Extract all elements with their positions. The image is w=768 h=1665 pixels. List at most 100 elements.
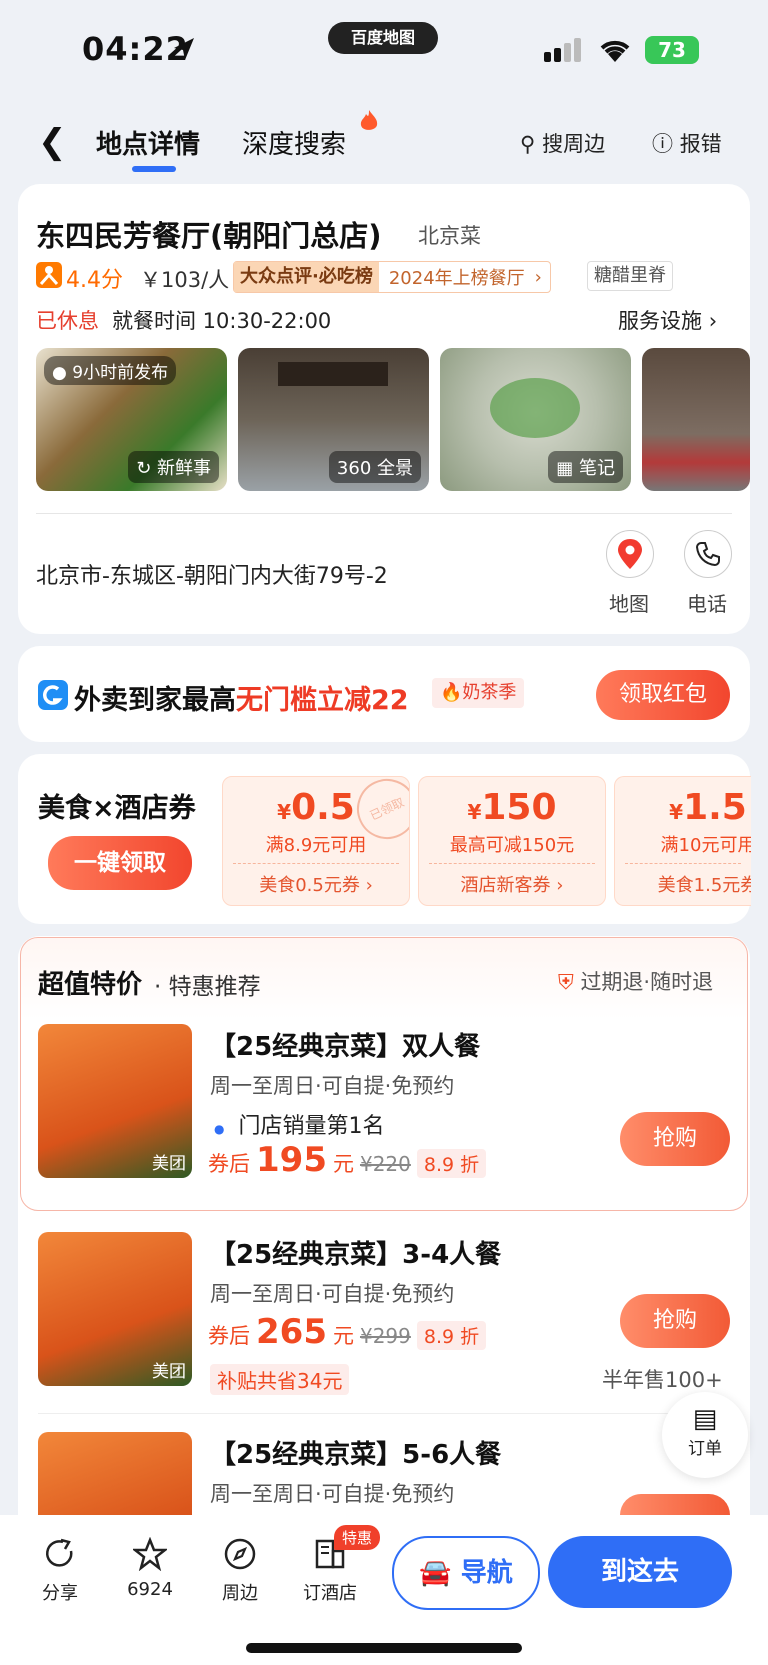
coupon-separator — [625, 863, 741, 864]
navigate-button[interactable]: 🚘 导航 — [392, 1536, 540, 1610]
report-button[interactable]: ⓘ 报错 — [652, 128, 722, 158]
star-icon — [131, 1536, 169, 1572]
report-label: 报错 — [679, 132, 722, 156]
back-chevron-icon[interactable]: ❮ — [38, 122, 67, 162]
meituan-source: 美团 — [152, 1362, 186, 1382]
coupon-food-0-5[interactable]: ¥0.5 满8.9元可用 美食0.5元券 › 已领取 — [222, 776, 410, 906]
phone-icon — [695, 542, 720, 567]
hotel-special-badge: 特惠 — [334, 1525, 381, 1550]
deal-image[interactable] — [38, 1432, 192, 1515]
notes-badge-label: 笔记 — [579, 458, 615, 479]
search-icon: ⚲ — [520, 132, 536, 156]
search-nearby-button[interactable]: ⚲ 搜周边 — [520, 128, 605, 158]
signal-icon — [544, 38, 581, 62]
deal-desc: 周一至周日·可自提·免预约 — [210, 1074, 455, 1098]
after-coupon-label: 券后 — [208, 1152, 250, 1176]
coupon-food-1-5[interactable]: ¥1.5 满10元可用 美食1.5元券 — [614, 776, 751, 906]
claim-all-button[interactable]: 一键领取 — [48, 836, 192, 890]
deal-price-row: 券后 195 元 ¥220 8.9 折 — [208, 1140, 487, 1180]
coupon-amount-value: 1.5 — [683, 787, 747, 828]
cuisine-label: 北京菜 — [418, 224, 481, 248]
coupon-name: 酒店新客券 › — [460, 875, 564, 896]
dianping-award-text: 2024年上榜餐厅 — [388, 268, 525, 289]
dianping-award-badge[interactable]: 大众点评·必吃榜 2024年上榜餐厅 › — [233, 261, 551, 293]
refund-guarantee: ⛨ 过期退·随时退 — [558, 966, 713, 996]
business-hours: 就餐时间 10:30-22:00 — [112, 309, 332, 333]
deal-desc: 周一至周日·可自提·免预约 — [210, 1282, 455, 1306]
sales-rank: ● 门店销量第1名 — [214, 1108, 384, 1140]
notes-badge: ▦ 笔记 — [548, 451, 623, 483]
divider — [38, 1413, 732, 1414]
photo-storefront[interactable] — [642, 348, 750, 491]
dish-garnish — [490, 378, 580, 438]
favorite-button[interactable]: 6924 — [110, 1536, 190, 1600]
chevron-right-icon: › — [708, 309, 718, 333]
refund-guarantee-label: 过期退·随时退 — [580, 970, 714, 994]
chevron-right-icon: › — [534, 266, 542, 288]
price-unit: 元 — [332, 1324, 354, 1348]
buy-button[interactable]: 抢购 — [620, 1294, 730, 1348]
sold-count: 半年售100+ — [602, 1368, 723, 1392]
coupon-amount: ¥1.5 — [669, 787, 747, 828]
coupon-separator — [233, 863, 399, 864]
photo-new-post[interactable]: ● 9小时前发布 ↻ 新鲜事 — [36, 348, 227, 491]
delivery-promo-highlight: 无门槛立减22 — [236, 685, 409, 716]
deals-title: 超值特价 — [38, 970, 143, 1000]
deal-name[interactable]: 【25经典京菜】3-4人餐 — [210, 1234, 501, 1271]
deal-desc: 周一至周日·可自提·免预约 — [210, 1482, 455, 1506]
nearby-button[interactable]: 周边 — [200, 1537, 280, 1605]
deal-name[interactable]: 【25经典京菜】5-6人餐 — [210, 1434, 501, 1471]
buy-button[interactable]: 抢购 — [620, 1112, 730, 1166]
alert-circle-icon: ⓘ — [652, 132, 673, 156]
original-price: ¥220 — [359, 1152, 411, 1176]
coupon-name: 美食1.5元券 — [657, 875, 751, 896]
coupon-hotel-150[interactable]: ¥150 最高可减150元 酒店新客券 › — [418, 776, 606, 906]
new-post-badge-label: 新鲜事 — [157, 458, 211, 479]
deal-image[interactable]: 美团 — [38, 1024, 192, 1178]
deal-name[interactable]: 【25经典京菜】双人餐 — [210, 1026, 480, 1063]
buy-button-partial[interactable] — [620, 1494, 730, 1515]
bullet-dot-icon: ● — [214, 1122, 225, 1136]
map-label: 地图 — [609, 592, 649, 616]
navigate-label: 导航 — [460, 1558, 513, 1588]
tab-deep-search[interactable]: 深度搜索 — [242, 124, 346, 161]
nearby-label: 周边 — [222, 1583, 258, 1604]
discount-badge: 8.9 折 — [416, 1321, 487, 1350]
panorama-badge: 360 全景 — [328, 451, 421, 483]
dish-tag[interactable]: 糖醋里脊 — [587, 261, 673, 291]
map-pin-icon — [618, 539, 642, 569]
deal-price: 195 — [256, 1140, 327, 1180]
photo-panorama[interactable]: 360 全景 — [238, 348, 429, 491]
milk-tea-season-label: 奶茶季 — [462, 682, 517, 703]
share-button[interactable]: 分享 — [20, 1537, 100, 1605]
coupon-condition: 最高可减150元 — [449, 835, 575, 856]
go-here-button[interactable]: 到这去 — [548, 1536, 732, 1608]
discount-badge: 8.9 折 — [416, 1149, 487, 1178]
coupon-amount-value: 150 — [481, 787, 557, 828]
order-label: 订单 — [688, 1439, 722, 1459]
app-pill[interactable]: 百度地图 — [328, 22, 438, 54]
deal-image[interactable]: 美团 — [38, 1232, 192, 1386]
delivery-promo-text: 外卖到家最高无门槛立减22 — [74, 678, 409, 717]
rating-score: 4.4分 — [66, 268, 123, 293]
search-nearby-label: 搜周边 — [542, 132, 606, 156]
avg-price: ￥103/人 — [140, 268, 230, 292]
coupon-amount: ¥150 — [467, 787, 557, 828]
active-tab-indicator — [132, 166, 176, 172]
battery-level: 73 — [658, 38, 686, 62]
deal-price: 265 — [256, 1312, 327, 1352]
price-unit: 元 — [332, 1152, 354, 1176]
order-float-button[interactable]: ▤ 订单 — [662, 1392, 748, 1478]
service-facilities-link[interactable]: 服务设施 › — [618, 305, 717, 335]
claim-red-packet-button[interactable]: 领取红包 — [596, 670, 730, 720]
map-button[interactable] — [606, 530, 654, 578]
place-name: 东四民芳餐厅(朝阳门总店) — [36, 219, 382, 253]
address[interactable]: 北京市-东城区-朝阳门内大街79号-2 — [36, 558, 388, 590]
deal-price-row: 券后 265 元 ¥299 8.9 折 — [208, 1312, 487, 1352]
order-list-icon: ▤ — [692, 1404, 718, 1434]
photo-notes[interactable]: ▦ 笔记 — [440, 348, 631, 491]
hotel-label: 订酒店 — [303, 1583, 357, 1604]
phone-button[interactable] — [684, 530, 732, 578]
tab-place-detail[interactable]: 地点详情 — [96, 124, 200, 161]
delivery-promo-prefix: 外卖到家最高 — [74, 685, 236, 716]
